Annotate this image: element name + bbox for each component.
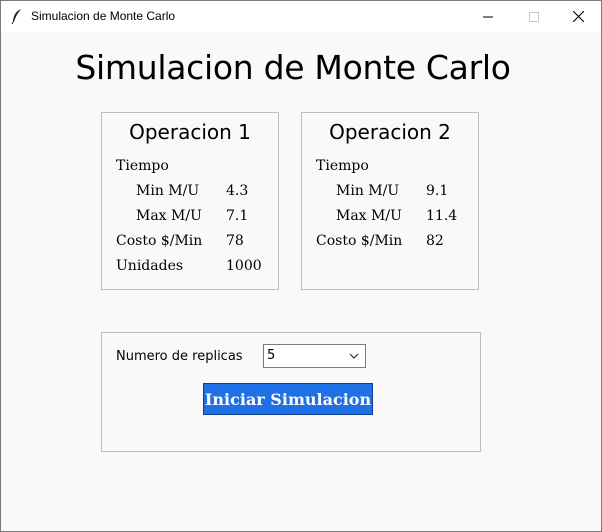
op2-max-value: 11.4 bbox=[426, 208, 458, 224]
feather-icon bbox=[11, 9, 21, 24]
window-content: Simulacion de Monte Carlo Operacion 1 Ti… bbox=[1, 32, 601, 531]
operacion-2-title: Operacion 2 bbox=[329, 120, 451, 144]
close-icon bbox=[572, 11, 584, 22]
op2-tiempo-label: Tiempo bbox=[316, 158, 369, 174]
simulation-panel: Numero de replicas 5 Iniciar Simulacion bbox=[101, 332, 481, 452]
op1-max-label: Max M/U bbox=[136, 208, 202, 224]
op2-costo-label: Costo $/Min bbox=[316, 233, 403, 249]
minimize-button[interactable] bbox=[465, 1, 511, 32]
replicas-select[interactable]: 5 bbox=[263, 344, 366, 368]
operacion-1-title: Operacion 1 bbox=[129, 120, 251, 144]
op1-min-label: Min M/U bbox=[136, 183, 200, 199]
start-simulation-button[interactable]: Iniciar Simulacion bbox=[203, 383, 373, 415]
op1-unidades-value: 1000 bbox=[226, 258, 262, 274]
replicas-select-value: 5 bbox=[267, 348, 276, 363]
window-title: Simulacion de Monte Carlo bbox=[31, 9, 176, 23]
op1-max-value: 7.1 bbox=[226, 208, 249, 224]
op1-tiempo-label: Tiempo bbox=[116, 158, 169, 174]
maximize-icon bbox=[529, 11, 539, 22]
app-window: Simulacion de Monte Carlo Simulacion de … bbox=[0, 0, 602, 532]
page-title: Simulacion de Monte Carlo bbox=[75, 48, 511, 87]
chevron-down-icon[interactable] bbox=[349, 353, 359, 360]
op1-unidades-label: Unidades bbox=[116, 258, 184, 274]
op1-min-value: 4.3 bbox=[226, 183, 249, 199]
op2-min-value: 9.1 bbox=[426, 183, 449, 199]
op1-costo-label: Costo $/Min bbox=[116, 233, 203, 249]
minimize-icon bbox=[483, 16, 493, 17]
title-bar[interactable]: Simulacion de Monte Carlo bbox=[1, 1, 601, 32]
op2-max-label: Max M/U bbox=[336, 208, 402, 224]
op2-costo-value: 82 bbox=[426, 233, 444, 249]
operacion-2-panel: Operacion 2 Tiempo Min M/U 9.1 Max M/U 1… bbox=[301, 112, 479, 290]
operacion-1-panel: Operacion 1 Tiempo Min M/U 4.3 Max M/U 7… bbox=[101, 112, 279, 290]
op1-costo-value: 78 bbox=[226, 233, 244, 249]
op2-min-label: Min M/U bbox=[336, 183, 400, 199]
replicas-label: Numero de replicas bbox=[116, 349, 243, 364]
maximize-button[interactable] bbox=[511, 1, 557, 32]
close-button[interactable] bbox=[555, 1, 601, 32]
